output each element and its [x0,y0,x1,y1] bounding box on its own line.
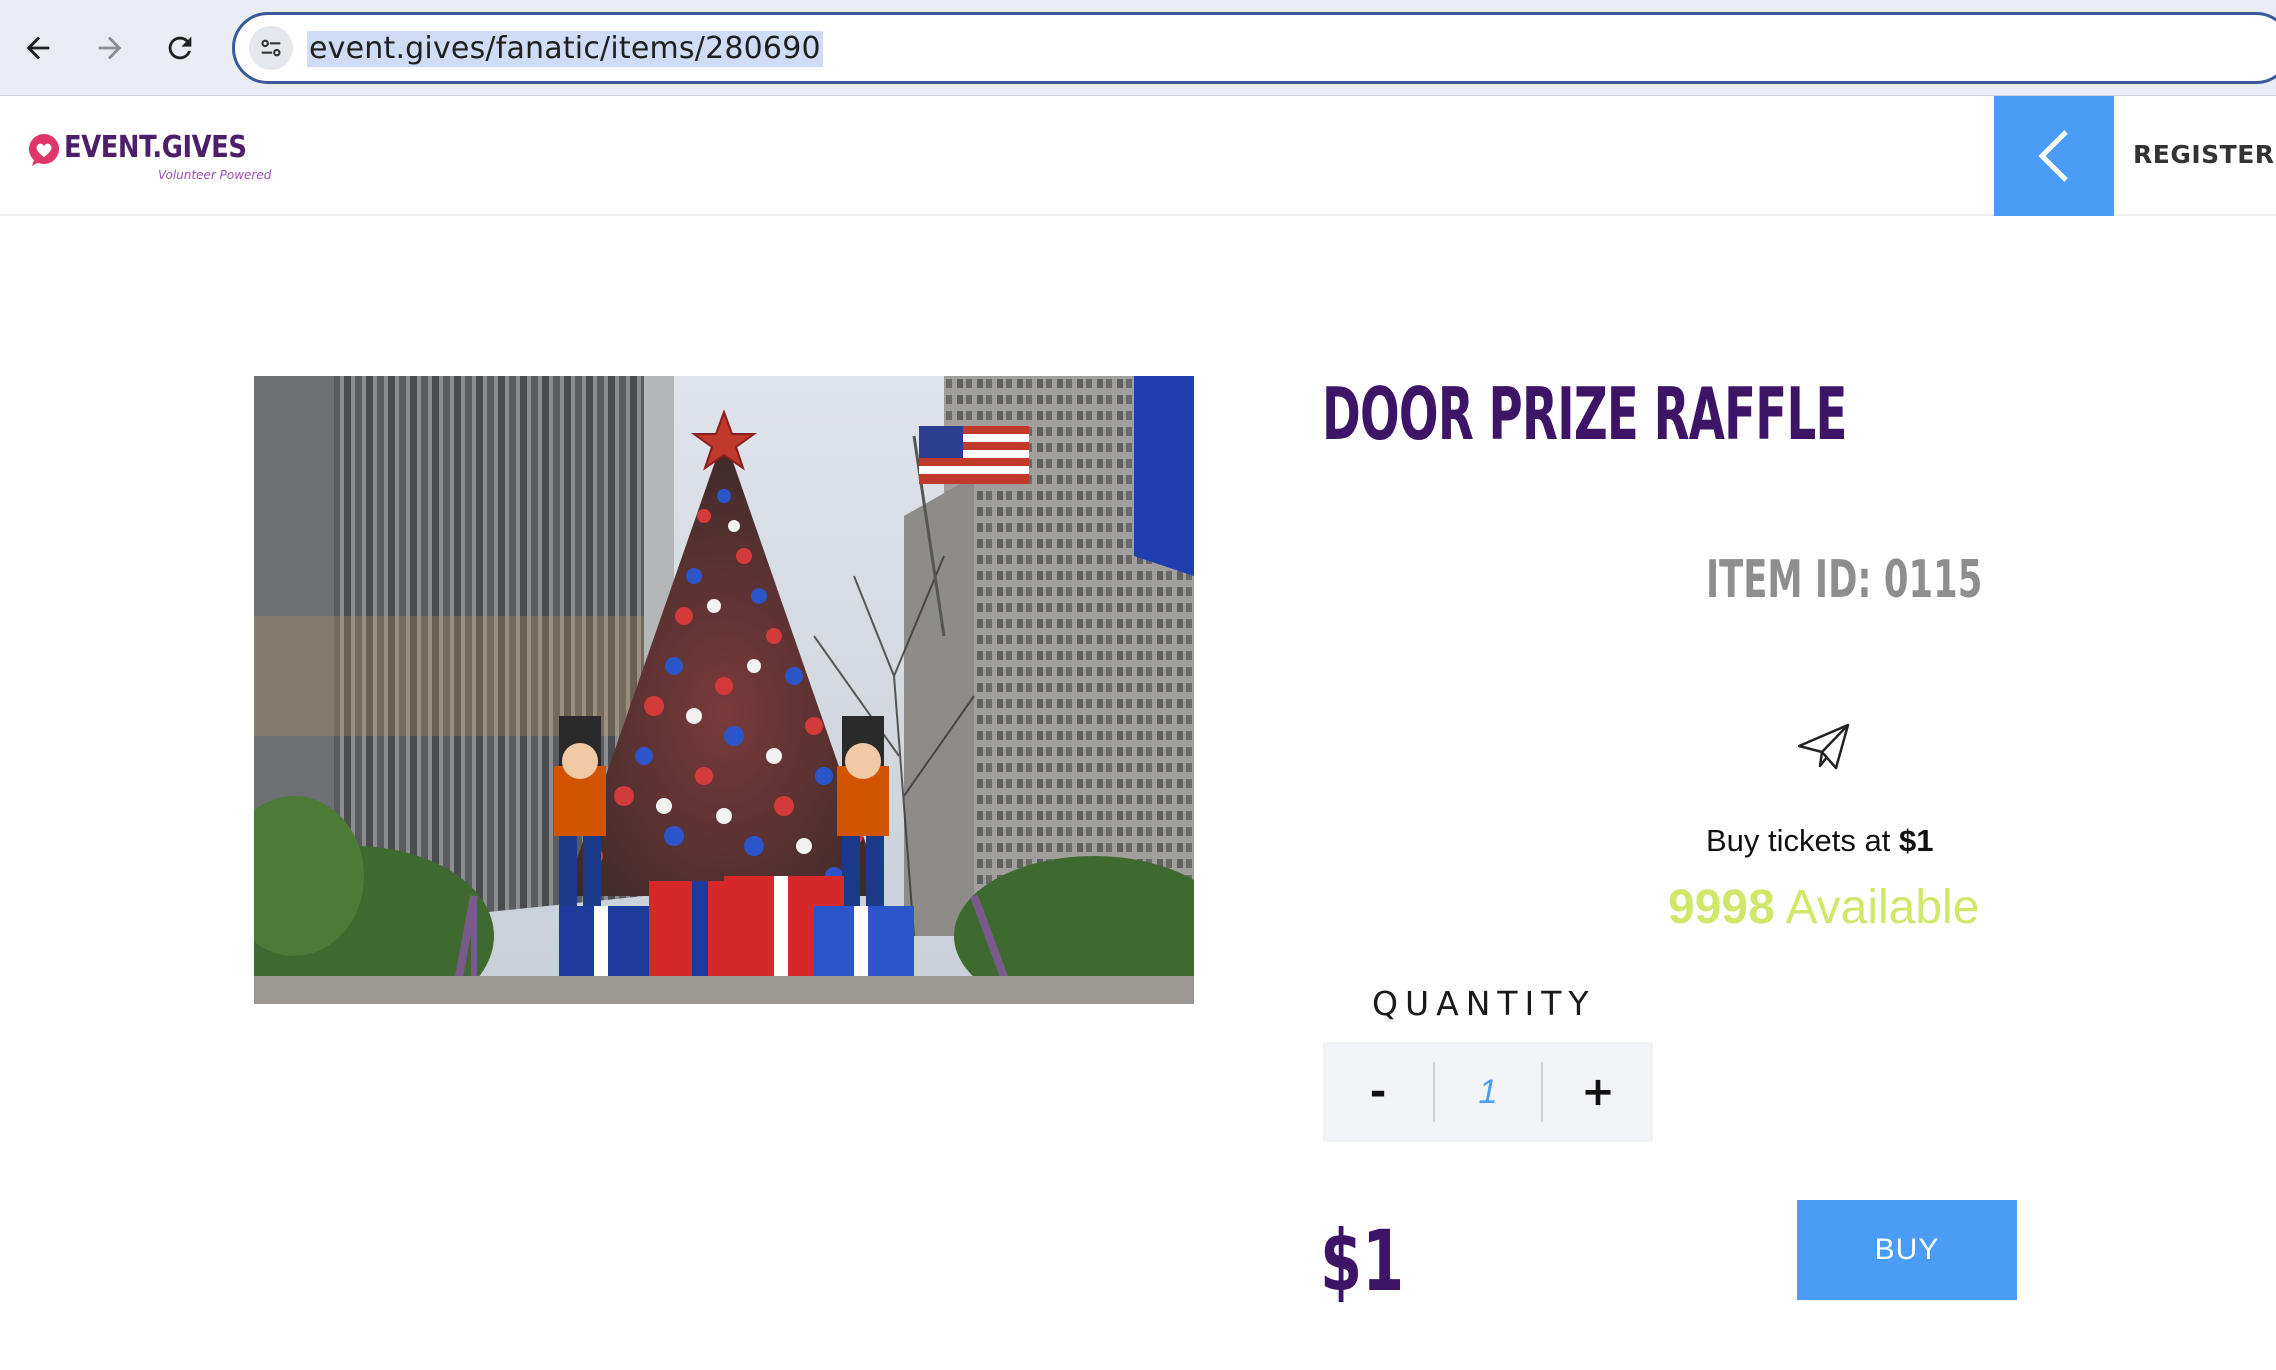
logo-text: EVENT.GIVES [64,130,247,165]
increase-quantity-button[interactable]: + [1543,1042,1653,1142]
decrease-quantity-button[interactable]: - [1323,1042,1433,1142]
item-price: $1 [1320,1212,1405,1310]
heart-bubble-icon [29,134,59,166]
browser-toolbar: event.gives/fanatic/items/280690 [0,0,2276,96]
site-header: EVENT.GIVES Volunteer Powered REGISTER [0,96,2276,216]
quantity-stepper: - 1 + [1323,1042,1653,1142]
reload-button[interactable] [152,20,208,76]
quantity-input[interactable]: 1 [1435,1042,1541,1142]
quantity-label: QUANTITY [1372,984,1596,1023]
register-link[interactable]: REGISTER [2133,140,2275,169]
buy-tickets-prefix: Buy tickets at [1706,823,1899,858]
tune-icon [261,39,281,57]
item-image [254,376,1194,1004]
ticket-price: $1 [1898,823,1934,858]
item-title: DOOR PRIZE RAFFLE [1322,372,1847,456]
paper-plane-icon[interactable] [1796,722,1852,772]
arrow-left-icon [26,36,50,60]
buy-button[interactable]: BUY [1797,1200,2017,1300]
available-label: Available [1774,881,1980,934]
logo-tagline: Volunteer Powered [158,168,272,182]
christmas-tree-photo [254,376,1194,1004]
back-button[interactable] [10,20,66,76]
arrow-right-icon [98,36,122,60]
back-nav-button[interactable] [1994,96,2114,216]
forward-button[interactable] [82,20,138,76]
item-id: ITEM ID: 0115 [1706,550,1983,610]
url-text[interactable]: event.gives/fanatic/items/280690 [307,31,823,67]
site-info-button[interactable] [249,26,293,70]
chevron-left-icon [2038,130,2068,182]
reload-icon [168,36,192,60]
available-count: 9998 [1668,881,1775,934]
availability: 9998 Available [1668,880,1979,935]
address-bar[interactable]: event.gives/fanatic/items/280690 [232,12,2276,84]
site-logo[interactable]: EVENT.GIVES Volunteer Powered [26,126,286,186]
buy-tickets-text: Buy tickets at $1 [1706,823,1933,859]
